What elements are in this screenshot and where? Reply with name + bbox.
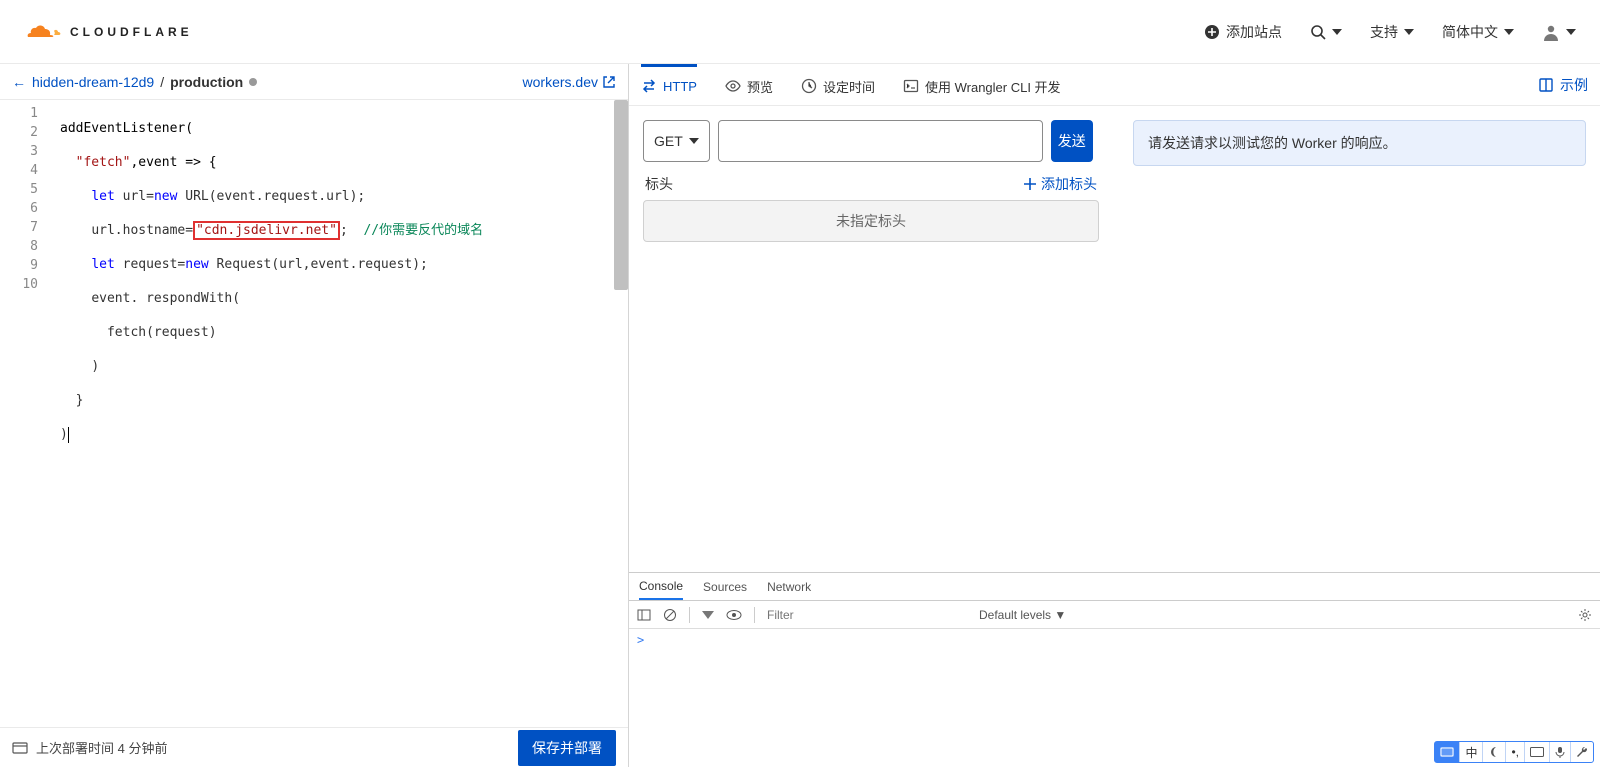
language-menu[interactable]: 简体中文 (1442, 22, 1514, 42)
user-icon (1542, 23, 1560, 41)
editor-scrollbar[interactable] (614, 100, 628, 290)
response-hint: 请发送请求以测试您的 Worker 的响应。 (1133, 120, 1586, 166)
main: ← hidden-dream-12d9 / production workers… (0, 64, 1600, 767)
ime-wrench-icon[interactable] (1571, 742, 1593, 762)
env-label: production (170, 74, 243, 90)
add-site-button[interactable]: 添加站点 (1204, 22, 1282, 42)
sidebar-toggle-icon[interactable] (637, 608, 651, 622)
terminal-icon (903, 78, 919, 94)
search-icon (1310, 24, 1326, 40)
tab-preview[interactable]: 预览 (725, 64, 773, 105)
global-header: CLOUDFLARE 添加站点 支持 简体中文 (0, 0, 1600, 64)
ime-kbd-icon[interactable] (1525, 742, 1550, 762)
editor-panel: ← hidden-dream-12d9 / production workers… (0, 64, 629, 767)
tab-schedule[interactable]: 设定时间 (801, 64, 875, 105)
book-icon (1538, 77, 1554, 93)
dt-tab-sources[interactable]: Sources (703, 573, 747, 600)
console-prompt: > (637, 633, 644, 647)
tab-cli[interactable]: 使用 Wrangler CLI 开发 (903, 64, 1061, 105)
url-input[interactable] (718, 120, 1043, 162)
ime-keyboard-icon[interactable] (1435, 742, 1460, 762)
save-deploy-button[interactable]: 保存并部署 (518, 730, 616, 766)
devtools-toolbar: Default levels ▼ (629, 601, 1600, 629)
headers-label: 标头 (645, 174, 673, 194)
cloudflare-logo[interactable]: CLOUDFLARE (24, 21, 193, 42)
ime-moon-icon[interactable] (1483, 742, 1506, 762)
test-tabs: HTTP 预览 设定时间 使用 Wrangler CLI 开发 示例 (629, 64, 1600, 106)
dt-tab-network[interactable]: Network (767, 573, 811, 600)
eye-icon (725, 78, 741, 94)
support-menu[interactable]: 支持 (1370, 22, 1414, 42)
examples-link[interactable]: 示例 (1538, 75, 1588, 95)
ime-mic-icon[interactable] (1550, 742, 1571, 762)
line-gutter: 12345678910 (0, 100, 50, 727)
chevron-down-icon (1404, 29, 1414, 35)
header-right: 添加站点 支持 简体中文 (1204, 22, 1576, 42)
ime-lang[interactable]: 中 (1460, 742, 1483, 762)
method-select[interactable]: GET (643, 120, 710, 162)
status-dot (249, 78, 257, 86)
code-area[interactable]: addEventListener( "fetch",event => { let… (50, 100, 628, 727)
workers-dev-link[interactable]: workers.dev (523, 74, 616, 90)
clock-icon (801, 78, 817, 94)
request-row: GET 发送 (629, 106, 1113, 170)
cloud-icon (24, 21, 62, 42)
add-header-button[interactable]: 添加标头 (1023, 174, 1097, 194)
test-panel: HTTP 预览 设定时间 使用 Wrangler CLI 开发 示例 (629, 64, 1600, 767)
clear-console-icon[interactable] (663, 608, 677, 622)
search-button[interactable] (1310, 24, 1342, 40)
ime-comma-icon[interactable]: •, (1506, 742, 1525, 762)
devtools-settings-icon[interactable] (1578, 608, 1592, 622)
back-arrow[interactable]: ← (12, 74, 26, 90)
chevron-down-icon (689, 138, 699, 144)
worker-name-link[interactable]: hidden-dream-12d9 (32, 74, 154, 90)
context-dropdown-icon[interactable] (702, 611, 714, 619)
tab-http[interactable]: HTTP (641, 64, 697, 105)
send-button[interactable]: 发送 (1051, 120, 1093, 162)
dt-tab-console[interactable]: Console (639, 573, 683, 600)
chevron-down-icon (1332, 29, 1342, 35)
breadcrumb-sep: / (160, 74, 164, 90)
external-link-icon (602, 75, 616, 89)
chevron-down-icon (1566, 29, 1576, 35)
last-deploy-text: 上次部署时间 4 分钟前 (36, 738, 167, 757)
devtools: Console Sources Network Default levels ▼… (629, 572, 1600, 767)
plus-circle-icon (1204, 24, 1220, 40)
console-filter-input[interactable] (767, 608, 967, 622)
account-menu[interactable] (1542, 23, 1576, 41)
headers-section: 标头 添加标头 未指定标头 (643, 170, 1099, 242)
plus-icon (1023, 177, 1037, 191)
log-levels-dropdown[interactable]: Default levels ▼ (979, 608, 1066, 622)
code-editor[interactable]: 12345678910 addEventListener( "fetch",ev… (0, 100, 628, 727)
ime-toolbar[interactable]: 中 •, (1434, 741, 1594, 763)
no-headers-box: 未指定标头 (643, 200, 1099, 242)
swap-icon (641, 78, 657, 94)
live-expression-icon[interactable] (726, 609, 742, 621)
devtools-tabs: Console Sources Network (629, 573, 1600, 601)
deploy-status-icon (12, 740, 28, 756)
editor-footer: 上次部署时间 4 分钟前 保存并部署 (0, 727, 628, 767)
breadcrumb: ← hidden-dream-12d9 / production workers… (0, 64, 628, 100)
chevron-down-icon (1504, 29, 1514, 35)
brand-text: CLOUDFLARE (70, 25, 193, 39)
